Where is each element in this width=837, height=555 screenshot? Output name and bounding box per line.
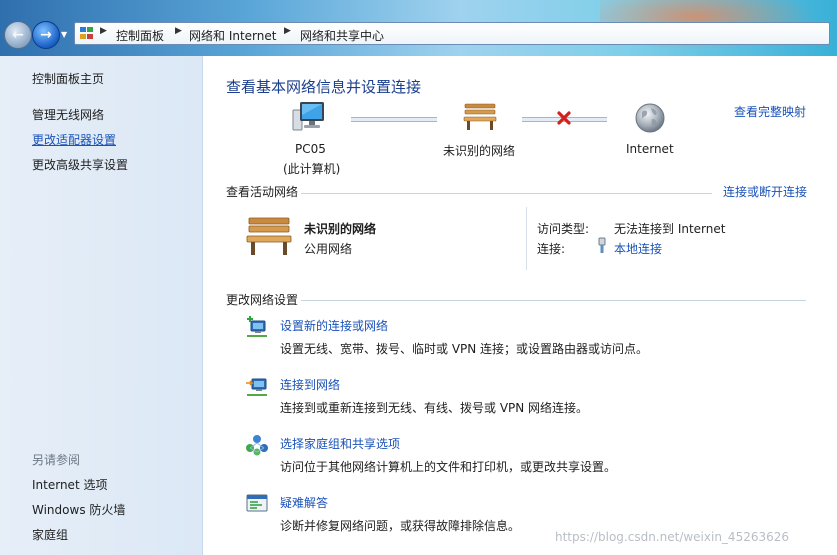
title-bar: ← → ▼ ▶ 控制面板 ▶ 网络和 Internet ▶ 网络和共享中心 [0,0,837,56]
access-type-value: 无法连接到 Internet [614,222,726,236]
breadcrumb-separator-icon[interactable]: ▶ [175,26,182,36]
connection-line-computer-network [351,117,437,122]
new-connection-icon[interactable] [245,316,269,340]
breadcrumb-control-panel[interactable]: 控制面板 [116,27,164,44]
forward-arrow-icon: → [40,27,52,43]
breadcrumb-separator-icon[interactable]: ▶ [284,26,291,36]
watermark-text: https://blog.csdn.net/weixin_45263626 [555,530,790,544]
network-bench-icon[interactable] [245,214,293,258]
sidebar-item-windows-firewall[interactable]: Windows 防火墙 [32,501,125,518]
ethernet-plug-icon [597,237,607,255]
page-title: 查看基本网络信息并设置连接 [226,78,422,96]
active-networks-heading: 查看活动网络 [226,185,299,199]
breadcrumb-separator-icon[interactable]: ▶ [100,26,107,36]
breadcrumb-network-internet[interactable]: 网络和 Internet [189,27,276,44]
task-desc-troubleshoot: 诊断并修复网络问题，或获得故障排除信息。 [280,519,521,533]
recent-pages-dropdown[interactable]: ▼ [61,30,67,39]
connect-network-icon[interactable] [245,375,269,399]
bench-icon[interactable] [463,100,497,132]
forward-button[interactable]: → [32,21,60,49]
sidebar-item-homegroup[interactable]: 家庭组 [32,526,68,543]
task-desc-new-connection: 设置无线、宽带、拨号、临时或 VPN 连接；或设置路由器或访问点。 [280,342,649,356]
troubleshoot-icon[interactable] [245,492,269,516]
computer-name-label: PC05 [295,142,326,156]
see-also-heading: 另请参阅 [32,453,81,467]
homegroup-icon[interactable] [245,433,269,457]
network-name-label: 未识别的网络 [443,144,516,158]
vertical-divider [526,207,527,270]
sidebar-item-control-panel-home[interactable]: 控制面板主页 [32,70,104,87]
local-connection-link[interactable]: 本地连接 [614,240,662,257]
sidebar-item-manage-wireless[interactable]: 管理无线网络 [32,106,104,123]
connect-disconnect-link[interactable]: 连接或断开连接 [723,183,807,200]
connections-label: 连接: [537,242,566,256]
disconnected-x-icon [556,110,572,126]
task-link-homegroup[interactable]: 选择家庭组和共享选项 [280,435,400,452]
breadcrumb-network-sharing-center[interactable]: 网络和共享中心 [300,27,384,44]
active-network-name: 未识别的网络 [304,222,377,236]
change-settings-heading: 更改网络设置 [226,293,299,307]
section-divider [301,193,712,194]
full-map-link[interactable]: 查看完整映射 [734,103,806,120]
task-desc-connect-network: 连接到或重新连接到无线、有线、拨号或 VPN 网络连接。 [280,401,589,415]
globe-icon[interactable] [634,102,666,134]
main-content: 查看基本网络信息并设置连接 查看完整映射 PC05 (此计算机) 未识别的网络 [203,56,837,555]
computer-icon[interactable] [292,100,326,132]
back-button[interactable]: ← [4,21,32,49]
active-network-type[interactable]: 公用网络 [304,240,352,257]
sidebar-item-internet-options[interactable]: Internet 选项 [32,476,107,493]
computer-note-label: (此计算机) [283,162,341,176]
task-link-new-connection[interactable]: 设置新的连接或网络 [280,317,388,334]
sidebar: 控制面板主页 管理无线网络 更改适配器设置 更改高级共享设置 另请参阅 Inte… [0,56,203,555]
back-arrow-icon: ← [12,27,24,43]
task-link-troubleshoot[interactable]: 疑难解答 [280,494,328,511]
access-type-label: 访问类型: [537,222,590,236]
task-link-connect-network[interactable]: 连接到网络 [280,376,340,393]
internet-label: Internet [626,142,674,156]
task-desc-homegroup: 访问位于其他网络计算机上的文件和打印机，或更改共享设置。 [280,460,617,474]
section-divider [301,300,806,301]
address-bar[interactable]: ▶ 控制面板 ▶ 网络和 Internet ▶ 网络和共享中心 [74,22,830,45]
sidebar-item-advanced-sharing[interactable]: 更改高级共享设置 [32,156,128,173]
control-panel-icon [80,27,94,40]
sidebar-item-change-adapter[interactable]: 更改适配器设置 [32,131,116,148]
